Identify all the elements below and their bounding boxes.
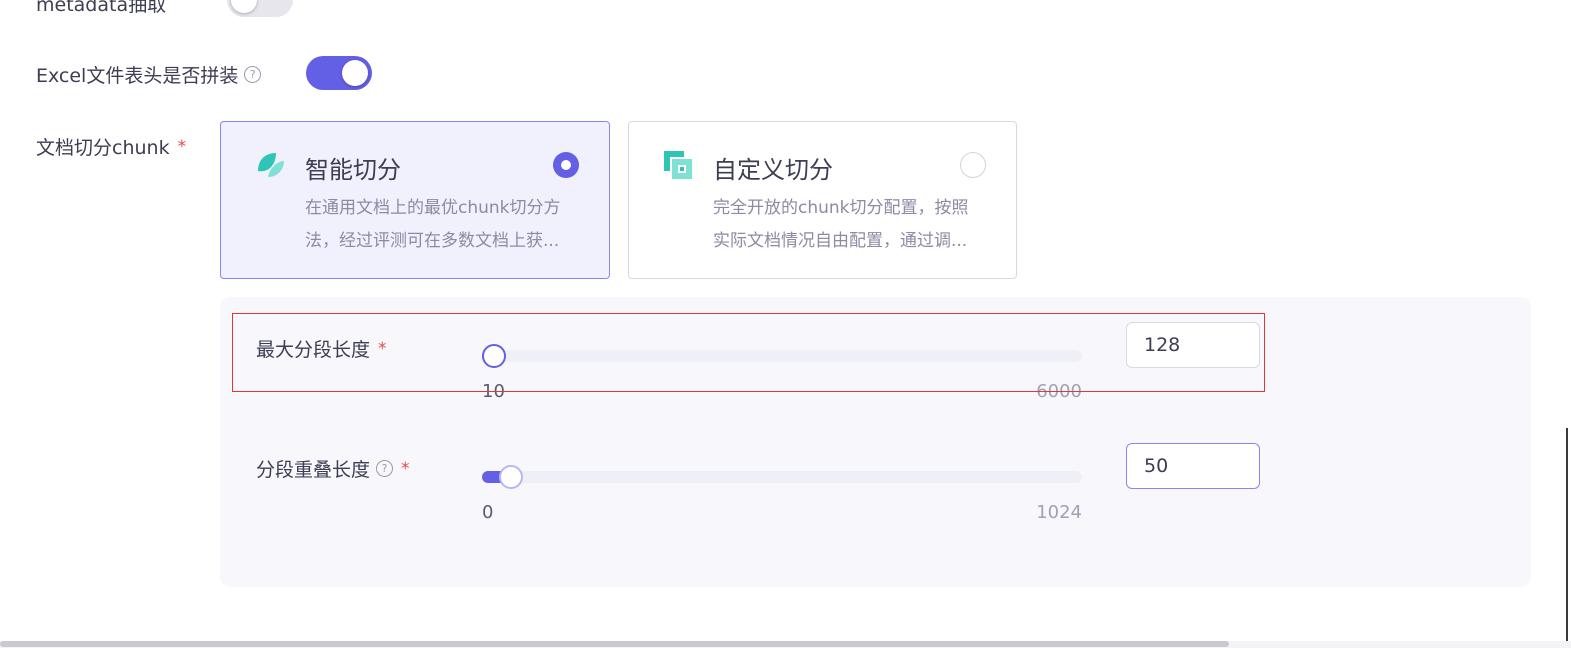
smart-split-icon	[258, 153, 284, 177]
smart-split-desc-line1: 在通用文档上的最优chunk切分方	[305, 198, 561, 218]
smart-split-card[interactable]: 智能切分 在通用文档上的最优chunk切分方 法，经过评测可在多数文档上获...	[220, 121, 610, 279]
excel-header-label: Excel文件表头是否拼装 ?	[36, 61, 262, 88]
custom-split-description: 完全开放的chunk切分配置，按照 实际文档情况自由配置，通过调...	[713, 192, 985, 258]
custom-split-desc-line2: 实际文档情况自由配置，通过调...	[713, 231, 968, 251]
vertical-scrollbar[interactable]	[1566, 428, 1568, 641]
custom-split-radio[interactable]	[960, 152, 986, 178]
chunk-method-label-text: 文档切分chunk	[36, 137, 170, 159]
metadata-extract-label-text: metadata抽取	[36, 0, 167, 16]
smart-split-radio[interactable]	[553, 152, 579, 178]
help-circle-icon[interactable]: ?	[376, 460, 394, 477]
custom-split-desc-line1: 完全开放的chunk切分配置，按照	[713, 198, 969, 218]
smart-split-desc-line2: 法，经过评测可在多数文档上获...	[305, 231, 560, 251]
horizontal-scrollbar-thumb[interactable]	[0, 641, 1229, 647]
overlap-length-max: 1024	[1036, 502, 1082, 523]
overlap-length-label: 分段重叠长度 ? *	[256, 455, 410, 482]
custom-split-icon	[664, 151, 692, 179]
overlap-length-min: 0	[482, 502, 494, 523]
metadata-extract-toggle[interactable]	[227, 0, 293, 17]
overlap-length-slider[interactable]	[482, 465, 1082, 489]
toggle-knob	[342, 60, 368, 86]
smart-split-title: 智能切分	[305, 156, 401, 184]
overlap-length-input-value: 50	[1144, 455, 1169, 477]
excel-header-toggle[interactable]	[306, 56, 372, 90]
page: metadata抽取 Excel文件表头是否拼装 ? 文档切分chunk * 智…	[0, 0, 1571, 648]
chunk-method-label: 文档切分chunk *	[36, 133, 186, 160]
required-asterisk: *	[177, 136, 187, 157]
overlap-length-slider-handle[interactable]	[499, 465, 523, 489]
overlap-length-label-text: 分段重叠长度	[256, 459, 371, 481]
metadata-extract-label: metadata抽取	[36, 0, 166, 17]
required-asterisk: *	[401, 458, 410, 479]
smart-split-description: 在通用文档上的最优chunk切分方 法，经过评测可在多数文档上获...	[305, 192, 577, 258]
custom-split-title: 自定义切分	[713, 156, 833, 184]
highlight-box	[232, 313, 1265, 392]
overlap-length-input[interactable]: 50	[1126, 443, 1260, 489]
custom-split-card[interactable]: 自定义切分 完全开放的chunk切分配置，按照 实际文档情况自由配置，通过调..…	[628, 121, 1017, 279]
toggle-knob	[231, 0, 257, 13]
excel-header-label-text: Excel文件表头是否拼装	[36, 65, 239, 87]
help-circle-icon[interactable]: ?	[244, 66, 262, 83]
